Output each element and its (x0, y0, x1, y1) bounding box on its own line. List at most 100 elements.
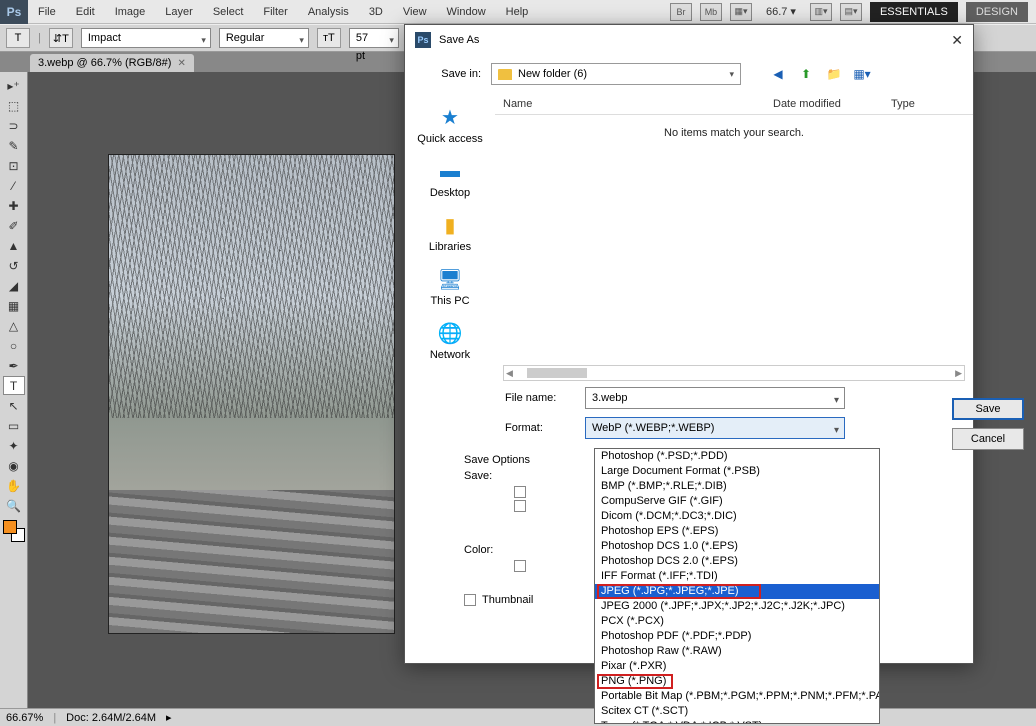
format-option[interactable]: JPEG 2000 (*.JPF;*.JPX;*.JP2;*.J2C;*.J2K… (595, 599, 879, 614)
format-option[interactable]: JPEG (*.JPG;*.JPEG;*.JPE) (595, 584, 879, 599)
font-family-select[interactable]: Impact (81, 28, 211, 48)
path-tool[interactable]: ↖ (3, 396, 25, 415)
format-option[interactable]: Pixar (*.PXR) (595, 659, 879, 674)
bridge-icon[interactable]: Br (670, 3, 692, 21)
menu-3d[interactable]: 3D (359, 1, 393, 23)
format-option[interactable]: Photoshop PDF (*.PDF;*.PDP) (595, 629, 879, 644)
lasso-tool[interactable]: ⊃ (3, 116, 25, 135)
blur-tool[interactable]: △ (3, 316, 25, 335)
horizontal-scrollbar[interactable]: ◀ ▶ (503, 365, 965, 381)
checkbox[interactable] (514, 560, 526, 572)
format-option[interactable]: Photoshop DCS 1.0 (*.EPS) (595, 539, 879, 554)
arrange-icon[interactable]: ▥▾ (810, 3, 832, 21)
sidebar-place[interactable]: ★Quick access (410, 99, 490, 149)
filename-label: File name: (505, 392, 575, 404)
view-menu-icon[interactable]: ▦▾ (853, 65, 871, 83)
hand-tool[interactable]: ✋ (3, 476, 25, 495)
pen-tool[interactable]: ✒ (3, 356, 25, 375)
eyedropper-tool[interactable]: ⁄ (3, 176, 25, 195)
brush-tool[interactable]: ✐ (3, 216, 25, 235)
font-size-select[interactable]: 57 pt (349, 28, 399, 48)
sidebar-place[interactable]: ▮Libraries (410, 207, 490, 257)
format-option[interactable]: Scitex CT (*.SCT) (595, 704, 879, 719)
minibridge-icon[interactable]: Mb (700, 3, 722, 21)
format-option[interactable]: PCX (*.PCX) (595, 614, 879, 629)
shape-tool[interactable]: ▭ (3, 416, 25, 435)
places-sidebar: ★Quick access▬Desktop▮Libraries🖥This PC🌐… (405, 93, 495, 383)
close-tab-icon[interactable]: ✕ (177, 58, 185, 69)
dodge-tool[interactable]: ○ (3, 336, 25, 355)
3d-tool[interactable]: ✦ (3, 436, 25, 455)
quickselect-tool[interactable]: ✎ (3, 136, 25, 155)
save-in-value: New folder (6) (518, 68, 587, 80)
menu-image[interactable]: Image (105, 1, 156, 23)
screen-mode-icon[interactable]: ▦▾ (730, 3, 752, 21)
menu-filter[interactable]: Filter (253, 1, 297, 23)
stamp-tool[interactable]: ▲ (3, 236, 25, 255)
checkbox[interactable] (514, 500, 526, 512)
format-select[interactable]: WebP (*.WEBP;*.WEBP) (585, 417, 845, 439)
format-option[interactable]: Large Document Format (*.PSB) (595, 464, 879, 479)
format-option[interactable]: Photoshop Raw (*.RAW) (595, 644, 879, 659)
status-docsize[interactable]: Doc: 2.64M/2.64M (66, 712, 156, 724)
filename-input[interactable]: 3.webp (585, 387, 845, 409)
status-arrow-icon[interactable]: ▸ (166, 711, 172, 724)
workspace-essentials[interactable]: ESSENTIALS (870, 2, 958, 22)
file-list-header: Name Date modified Type (495, 93, 973, 115)
eraser-tool[interactable]: ◢ (3, 276, 25, 295)
format-option[interactable]: Targa (*.TGA;*.VDA;*.ICB;*.VST) (595, 719, 879, 724)
type-tool[interactable]: T (3, 376, 25, 395)
format-option[interactable]: Portable Bit Map (*.PBM;*.PGM;*.PPM;*.PN… (595, 689, 879, 704)
thumbnail-checkbox[interactable] (464, 594, 476, 606)
format-option[interactable]: IFF Format (*.IFF;*.TDI) (595, 569, 879, 584)
move-tool[interactable]: ▸⁺ (3, 76, 25, 95)
document-image[interactable] (108, 154, 395, 634)
gradient-tool[interactable]: ▦ (3, 296, 25, 315)
font-weight-select[interactable]: Regular (219, 28, 309, 48)
menu-window[interactable]: Window (437, 1, 496, 23)
extras-icon[interactable]: ▤▾ (840, 3, 862, 21)
menu-analysis[interactable]: Analysis (298, 1, 359, 23)
format-option[interactable]: PNG (*.PNG) (595, 674, 879, 689)
col-type[interactable]: Type (883, 98, 923, 110)
menu-view[interactable]: View (393, 1, 437, 23)
col-name[interactable]: Name (495, 98, 765, 110)
3d-camera-tool[interactable]: ◉ (3, 456, 25, 475)
document-tab[interactable]: 3.webp @ 66.7% (RGB/8#) ✕ (30, 54, 194, 72)
healing-tool[interactable]: ✚ (3, 196, 25, 215)
workspace-design[interactable]: DESIGN (966, 2, 1028, 22)
back-icon[interactable]: ◀ (769, 65, 787, 83)
format-option[interactable]: CompuServe GIF (*.GIF) (595, 494, 879, 509)
crop-tool[interactable]: ⊡ (3, 156, 25, 175)
format-option[interactable]: Photoshop (*.PSD;*.PDD) (595, 449, 879, 464)
color-swatch[interactable] (3, 520, 25, 542)
sidebar-place[interactable]: 🖥This PC (410, 261, 490, 311)
dialog-titlebar: Ps Save As ✕ (405, 25, 973, 55)
up-icon[interactable]: ⬆ (797, 65, 815, 83)
new-folder-icon[interactable]: 📁 (825, 65, 843, 83)
format-option[interactable]: Photoshop DCS 2.0 (*.EPS) (595, 554, 879, 569)
close-dialog-icon[interactable]: ✕ (951, 32, 963, 49)
menu-file[interactable]: File (28, 1, 66, 23)
tool-preset-icon[interactable]: T (6, 28, 30, 48)
zoom-tool[interactable]: 🔍 (3, 496, 25, 515)
status-zoom[interactable]: 66.67% (6, 712, 43, 724)
history-brush-tool[interactable]: ↺ (3, 256, 25, 275)
cancel-button[interactable]: Cancel (952, 428, 1024, 450)
zoom-level[interactable]: 66.7 ▾ (760, 5, 802, 18)
format-option[interactable]: Photoshop EPS (*.EPS) (595, 524, 879, 539)
col-date[interactable]: Date modified (765, 98, 883, 110)
format-option[interactable]: Dicom (*.DCM;*.DC3;*.DIC) (595, 509, 879, 524)
menu-layer[interactable]: Layer (155, 1, 203, 23)
text-orientation-icon[interactable]: ⇵T (49, 28, 73, 48)
marquee-tool[interactable]: ⬚ (3, 96, 25, 115)
save-button[interactable]: Save (952, 398, 1024, 420)
menu-select[interactable]: Select (203, 1, 254, 23)
sidebar-place[interactable]: ▬Desktop (410, 153, 490, 203)
menu-help[interactable]: Help (496, 1, 539, 23)
sidebar-place[interactable]: 🌐Network (410, 315, 490, 365)
format-option[interactable]: BMP (*.BMP;*.RLE;*.DIB) (595, 479, 879, 494)
save-in-select[interactable]: New folder (6) ▾ (491, 63, 741, 85)
checkbox[interactable] (514, 486, 526, 498)
menu-edit[interactable]: Edit (66, 1, 105, 23)
